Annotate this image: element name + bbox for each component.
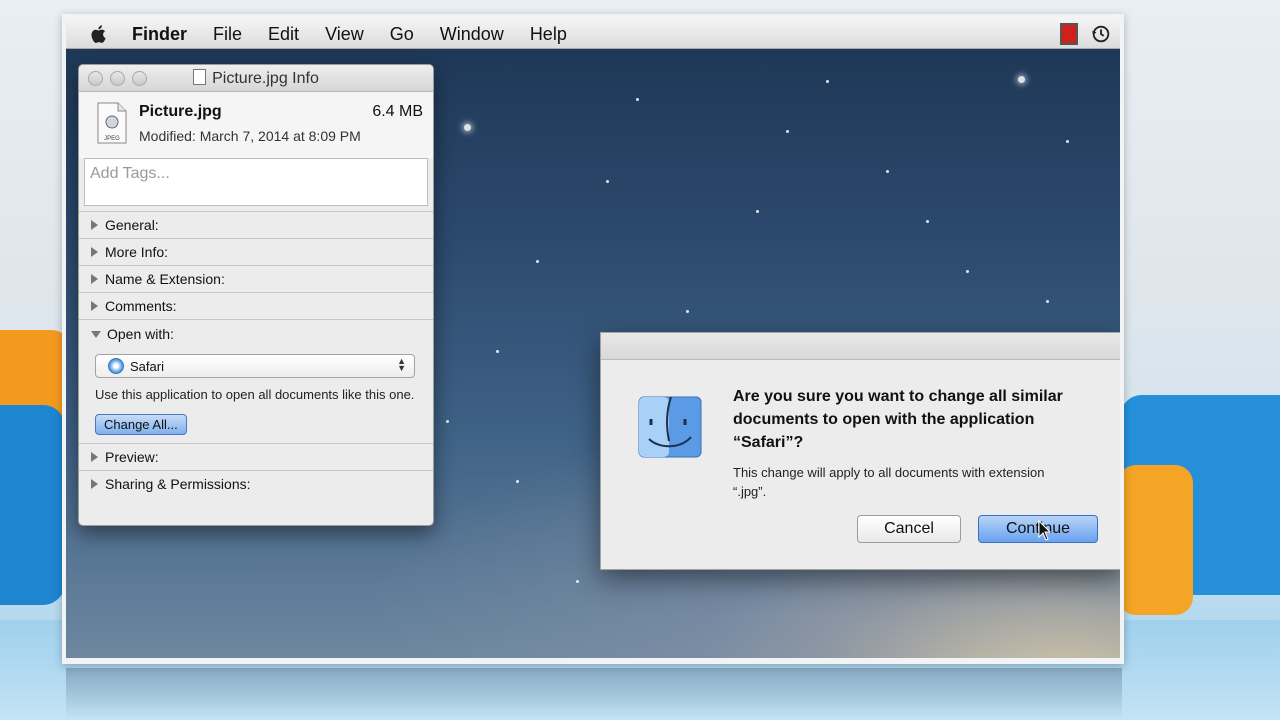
open-with-panel: Safari ▲ ▼ Use this application to open a… [79,348,433,443]
apple-menu-icon[interactable] [88,23,110,45]
star [576,580,579,583]
menu-file[interactable]: File [213,24,242,45]
star [516,480,519,483]
section-preview[interactable]: Preview: [79,443,433,470]
document-icon [193,69,207,85]
cancel-button[interactable]: Cancel [857,515,961,543]
mouse-pointer-icon [1038,520,1052,541]
star [1066,140,1069,143]
menu-edit[interactable]: Edit [268,24,299,45]
disclosure-triangle-icon [91,220,98,230]
star [606,180,609,183]
star [1018,76,1025,83]
star [686,310,689,313]
disclosure-triangle-icon [91,247,98,257]
menu-go[interactable]: Go [390,24,414,45]
star [464,124,471,131]
section-more-info[interactable]: More Info: [79,238,433,265]
popup-arrows-icon: ▲ ▼ [397,356,406,373]
tags-input[interactable] [85,159,427,205]
star [926,220,929,223]
time-machine-icon[interactable] [1090,23,1112,45]
star [496,350,499,353]
screen-recording-icon[interactable] [1060,23,1078,45]
menu-bar: Finder File Edit View Go Window Help [66,20,1120,49]
background-orange-chair-right [1118,465,1193,615]
section-label: General: [105,217,159,233]
file-name: Picture.jpg [139,103,222,120]
tags-field-container [84,158,428,206]
info-window-title: Picture.jpg Info [79,69,433,88]
svg-text:JPEG: JPEG [104,136,120,142]
safari-icon [108,358,124,374]
open-with-help-text: Use this application to open all documen… [95,387,415,402]
section-general[interactable]: General: [79,211,433,238]
disclosure-triangle-icon [91,479,98,489]
menu-help[interactable]: Help [530,24,567,45]
file-header: JPEG Picture.jpg 6.4 MB Modified: March … [79,92,433,158]
mac-screen: Finder File Edit View Go Window Help Pic… [62,14,1124,664]
disclosure-triangle-open-icon [91,330,101,338]
info-window-titlebar[interactable]: Picture.jpg Info [79,65,433,92]
file-size: 6.4 MB [372,103,423,120]
menu-extras [1060,23,1112,45]
section-name-extension[interactable]: Name & Extension: [79,265,433,292]
dialog-title: Are you sure you want to change all simi… [733,388,1063,451]
disclosure-triangle-icon [91,274,98,284]
menu-app-finder[interactable]: Finder [132,24,187,45]
star [446,420,449,423]
section-label: More Info: [105,244,169,260]
section-sharing-permissions[interactable]: Sharing & Permissions: [79,470,433,497]
jpeg-file-icon: JPEG [97,102,127,144]
change-all-button[interactable]: Change All... [95,414,187,435]
desktop: Finder File Edit View Go Window Help Pic… [66,20,1120,658]
selected-app-label: Safari [130,358,164,374]
star [886,170,889,173]
star [1046,300,1049,303]
star [826,80,829,83]
file-modified-date: Modified: March 7, 2014 at 8:09 PM [139,128,361,144]
section-label: Name & Extension: [105,271,225,287]
star [756,210,759,213]
star [536,260,539,263]
star [966,270,969,273]
open-with-app-select[interactable]: Safari ▲ ▼ [95,354,415,378]
section-label: Open with: [107,326,174,342]
dialog-titlebar [601,333,1120,360]
menu-window[interactable]: Window [440,24,504,45]
section-label: Sharing & Permissions: [105,476,251,492]
star [786,130,789,133]
disclosure-triangle-icon [91,301,98,311]
background-blue-sofa-left [0,405,65,605]
section-label: Comments: [105,298,177,314]
section-label: Preview: [105,449,159,465]
dialog-message: This change will apply to all documents … [733,465,1045,499]
get-info-window: Picture.jpg Info JPEG Picture.jpg 6.4 MB… [78,64,434,526]
section-open-with[interactable]: Open with: [79,319,433,348]
menu-view[interactable]: View [325,24,364,45]
screen-reflection [66,668,1122,720]
finder-icon [638,396,702,458]
section-comments[interactable]: Comments: [79,292,433,319]
disclosure-triangle-icon [91,452,98,462]
star [636,98,639,101]
